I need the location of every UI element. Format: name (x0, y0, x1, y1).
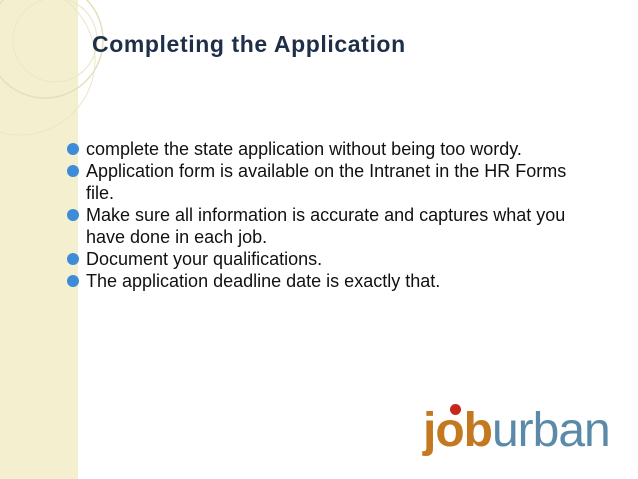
slide-title: Completing the Application (92, 31, 406, 57)
bullet-text: Document your qualifications. (86, 249, 323, 269)
logo-dot-icon (450, 404, 461, 415)
joburban-logo: joburban (423, 402, 611, 460)
bullet-text: complete the state application without b… (86, 139, 522, 159)
bullet-list: complete the state application without b… (0, 138, 600, 292)
list-item: Make sure all information is accurate an… (0, 204, 586, 248)
bullet-text: The application deadline date is exactly… (86, 271, 441, 291)
bullet-text: Make sure all information is accurate an… (86, 205, 566, 247)
list-item: The application deadline date is exactly… (0, 270, 586, 292)
bullet-text: Application form is available on the Int… (86, 161, 567, 203)
list-item: complete the state application without b… (0, 138, 586, 160)
bullet-dot-icon (67, 143, 79, 155)
decorative-arc-icon (0, 0, 104, 136)
bullet-dot-icon (67, 253, 79, 265)
list-item: Document your qualifications. (0, 248, 586, 270)
bullet-dot-icon (67, 165, 79, 177)
bullet-dot-icon (67, 209, 79, 221)
logo-text-urban: urban (491, 404, 611, 457)
bullet-dot-icon (67, 275, 79, 287)
list-item: Application form is available on the Int… (0, 160, 586, 204)
